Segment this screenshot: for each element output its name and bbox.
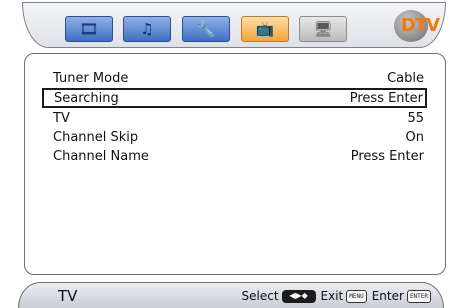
setting-row-tv[interactable]: TV 55 [42,108,427,128]
key-hints: Select ◀▶◆ Exit MENU Enter ENTER [241,289,431,303]
film-strip-icon: 🎞 [79,19,99,38]
tv-icon: 📺 [255,19,275,38]
music-note-icon: ♫ [140,19,154,38]
wrench-icon: 🔧 [196,19,216,38]
setting-label: Searching [54,90,119,106]
setting-value: Press Enter [349,90,423,106]
exit-hint-label: Exit [320,289,344,303]
setting-value: On [405,129,424,145]
setting-row-tuner-mode[interactable]: Tuner Mode Cable [42,68,427,88]
setting-value: 55 [407,110,424,126]
setting-value: Cable [387,70,424,86]
monitor-icon: 🖥 [313,19,333,38]
setting-label: Tuner Mode [53,70,129,86]
menu-key-icon: MENU [346,289,367,303]
logo-text: DTV [400,14,440,36]
dtv-logo: DTV [388,6,444,44]
setting-value: Press Enter [350,148,424,164]
setting-label: TV [53,110,70,126]
tab-tv[interactable]: 📺 [241,16,289,42]
tab-picture[interactable]: 🎞 [65,16,113,42]
setting-row-channel-name[interactable]: Channel Name Press Enter [42,146,427,166]
setting-label: Channel Skip [53,129,139,145]
top-menu-bar: 🎞 ♫ 🔧 📺 🖥 [22,2,446,48]
tab-pc[interactable]: 🖥 [299,16,347,42]
setting-row-searching[interactable]: Searching Press Enter [42,88,427,108]
enter-key-icon: ENTER [406,289,431,303]
setting-label: Channel Name [53,148,149,164]
source-label: TV [58,287,78,305]
tab-audio[interactable]: ♫ [123,16,171,42]
tab-setup[interactable]: 🔧 [182,16,230,42]
footer-bar: TV Select ◀▶◆ Exit MENU Enter ENTER [18,282,444,308]
enter-hint-label: Enter [371,289,404,303]
select-hint-label: Select [241,289,279,303]
setting-row-channel-skip[interactable]: Channel Skip On [42,127,427,147]
settings-panel: Tuner Mode Cable Searching Press Enter T… [24,53,446,275]
arrow-keys-icon: ◀▶◆ [281,289,316,303]
